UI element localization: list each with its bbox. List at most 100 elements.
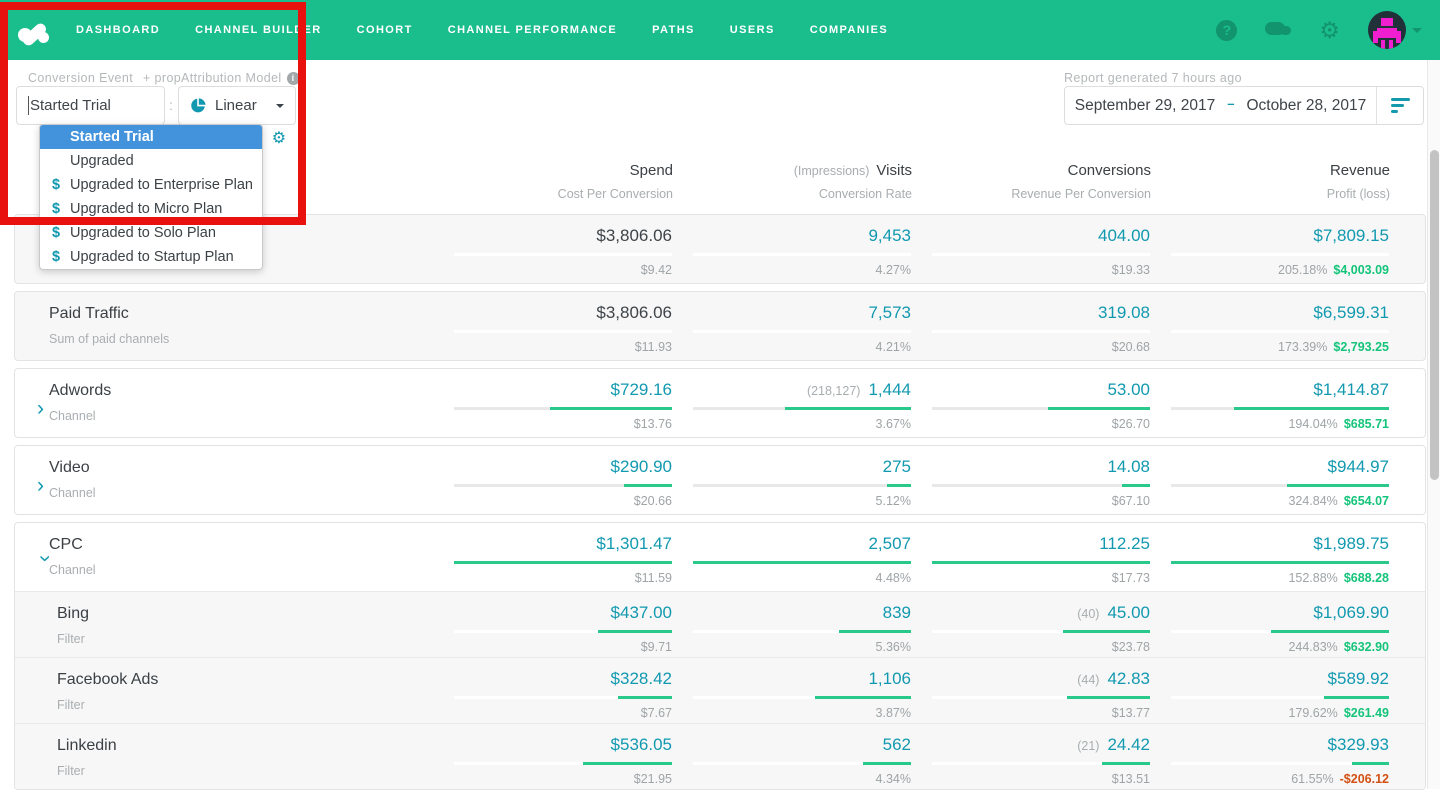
nav-item-paths[interactable]: PATHS — [652, 24, 695, 36]
metric-value: 404.00 — [1098, 226, 1150, 245]
app-logo-icon[interactable] — [18, 12, 54, 48]
table-card: › Adwords Channel $729.16 $13.76 (218,127) 1,4… — [14, 368, 1426, 438]
table-row[interactable]: Paid Traffic Sum of paid channels $3,806.0… — [15, 292, 1425, 360]
collapse-chevron-icon[interactable]: › — [34, 555, 57, 571]
expand-chevron-icon[interactable]: › — [37, 398, 53, 419]
metric-value-line: $328.42 — [433, 669, 672, 689]
table-gear-icon[interactable]: ⚙ — [272, 130, 286, 147]
column-header-main: Spend — [434, 162, 673, 179]
table-row[interactable]: Bing Filter $437.00 $9.71 839 5.36% (40) 45.00 $… — [15, 591, 1425, 657]
row-title: Adwords — [49, 382, 112, 399]
dropdown-option[interactable]: Started Trial — [40, 125, 262, 149]
nav-item-companies[interactable]: COMPANIES — [810, 24, 888, 36]
chat-icon[interactable] — [1265, 20, 1292, 40]
metric-value: 9,453 — [868, 226, 911, 245]
metric-subvalue: $26.70 — [1111, 417, 1150, 431]
table-row[interactable]: › Adwords Channel $729.16 $13.76 (218,127) 1,4… — [15, 369, 1425, 437]
metric-subvalue: $13.76 — [633, 417, 672, 431]
attribution-model-label: Attribution Model i — [181, 71, 300, 85]
metric-value-line: 53.00 — [911, 380, 1150, 400]
metric-bar — [1171, 407, 1389, 410]
metric-value-line: $729.16 — [433, 380, 672, 400]
metric-bar — [932, 561, 1150, 564]
nav-item-cohort[interactable]: COHORT — [357, 24, 413, 36]
metric-subvalue: 205.18% $4,003.09 — [1150, 263, 1389, 277]
column-header-main: (Impressions) Visits — [673, 162, 912, 179]
column-header[interactable]: (Impressions) Visits Conversion Rate — [673, 150, 912, 214]
metric-bar — [932, 630, 1150, 633]
metric-cell: $729.16 $13.76 — [433, 369, 672, 437]
row-name-cell: CPC Channel — [15, 523, 433, 591]
add-prop-button[interactable]: + prop — [143, 71, 181, 85]
row-subtitle: Filter — [57, 764, 85, 778]
metric-value-line: (44) 42.83 — [911, 669, 1150, 689]
table-row[interactable]: Linkedin Filter $536.05 $21.95 562 4.34% (21) 2… — [15, 723, 1425, 789]
nav-item-users[interactable]: USERS — [730, 24, 775, 36]
column-header[interactable]: Conversions Revenue Per Conversion — [912, 150, 1151, 214]
metric-cell: 112.25 $17.73 — [911, 523, 1150, 591]
nav-item-channel-performance[interactable]: CHANNEL PERFORMANCE — [448, 24, 617, 36]
metric-bar-fill — [624, 484, 672, 487]
metric-cell: $589.92 179.62% $261.49 — [1150, 658, 1389, 723]
metric-bar — [932, 407, 1150, 410]
metric-bar-fill — [1067, 696, 1150, 699]
dollar-icon: $ — [52, 225, 61, 241]
dropdown-option[interactable]: $ Upgraded to Solo Plan — [40, 221, 262, 245]
scrollbar-track[interactable] — [1427, 60, 1440, 789]
metric-subvalue: 4.48% — [875, 571, 911, 585]
scrollbar-thumb[interactable] — [1430, 150, 1439, 480]
metric-bar — [693, 561, 911, 564]
date-separator: – — [1227, 96, 1235, 111]
table-row[interactable]: Facebook Ads Filter $328.42 $7.67 1,106 3.87%… — [15, 657, 1425, 723]
metric-bar — [1171, 484, 1389, 487]
metric-value-line: (40) 45.00 — [911, 603, 1150, 623]
profit-amount: $654.07 — [1343, 494, 1389, 508]
attribution-model-select[interactable]: Linear — [178, 86, 296, 125]
column-header[interactable]: Revenue Profit (loss) — [1151, 150, 1390, 214]
account-menu[interactable] — [1368, 11, 1422, 49]
top-navbar: DASHBOARD CHANNEL BUILDER COHORT CHANNEL PE… — [0, 0, 1440, 60]
profit-percent: 205.18% — [1278, 263, 1328, 277]
metric-bar — [454, 762, 672, 765]
expand-chevron-icon[interactable]: › — [37, 475, 53, 496]
metric-subvalue: $23.78 — [1111, 640, 1150, 654]
dropdown-option[interactable]: $ Upgraded to Micro Plan — [40, 197, 262, 221]
metric-cell: 562 4.34% — [672, 724, 911, 789]
dropdown-option[interactable]: Upgraded — [40, 149, 262, 173]
metric-subvalue: 324.84% $654.07 — [1150, 494, 1389, 508]
profit-percent: 152.88% — [1288, 571, 1338, 585]
settings-gear-icon[interactable]: ⚙ — [1319, 19, 1340, 42]
table-row[interactable]: › Video Channel $290.90 $20.66 275 5.12% 14.08 $… — [15, 446, 1425, 514]
dropdown-option[interactable]: $ Upgraded to Startup Plan — [40, 245, 262, 269]
column-header[interactable]: Spend Cost Per Conversion — [434, 150, 673, 214]
metric-value-line: 319.08 — [911, 303, 1150, 323]
metric-value-line: $536.05 — [433, 735, 672, 755]
conversion-event-input[interactable]: Started Trial — [16, 86, 165, 125]
nav-item-channel-builder[interactable]: CHANNEL BUILDER — [195, 24, 322, 36]
date-filter-icon[interactable] — [1376, 87, 1423, 124]
avatar[interactable] — [1368, 11, 1406, 49]
dropdown-option[interactable]: $ Upgraded to Enterprise Plan — [40, 173, 262, 197]
metric-bar — [1171, 696, 1389, 699]
row-name-cell: Bing Filter — [15, 592, 433, 657]
metric-cell: $6,599.31 173.39% $2,793.25 — [1150, 292, 1389, 360]
metric-value-line: $329.93 — [1150, 735, 1389, 755]
nav-item-dashboard[interactable]: DASHBOARD — [76, 24, 160, 36]
metric-bar — [693, 630, 911, 633]
row-title: CPC — [49, 536, 83, 553]
dropdown-option-label: Upgraded to Startup Plan — [70, 249, 234, 265]
metric-bar-fill — [887, 484, 911, 487]
metric-value-line: $1,301.47 — [433, 534, 672, 554]
table-row[interactable]: › CPC Channel $1,301.47 $11.59 2,507 4.48% 112.… — [15, 523, 1425, 591]
row-subtitle: Filter — [57, 698, 85, 712]
metric-subvalue: 61.55% -$206.12 — [1150, 772, 1389, 786]
help-icon[interactable]: ? — [1216, 19, 1238, 41]
profit-percent: 173.39% — [1278, 340, 1328, 354]
info-icon[interactable]: i — [286, 71, 300, 85]
metric-cell: $944.97 324.84% $654.07 — [1150, 446, 1389, 514]
date-range-picker[interactable]: September 29, 2017 – October 28, 2017 — [1064, 86, 1424, 125]
metric-bar — [932, 484, 1150, 487]
metric-value-line: $1,069.90 — [1150, 603, 1389, 623]
metric-bar-fill — [1234, 407, 1389, 410]
column-header-main: Revenue — [1151, 162, 1390, 179]
